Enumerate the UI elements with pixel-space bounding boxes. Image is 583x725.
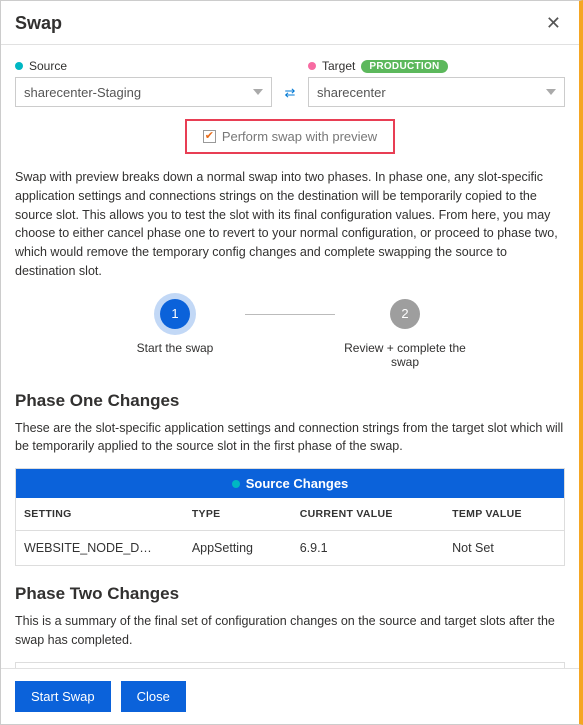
- preview-label: Perform swap with preview: [222, 129, 377, 144]
- panel-footer: Start Swap Close: [1, 668, 579, 724]
- target-column: Target PRODUCTION sharecenter: [308, 59, 565, 107]
- chevron-down-icon: [253, 89, 263, 95]
- swap-panel: Swap ✕ Source sharecenter-Staging ⇄: [0, 0, 583, 725]
- panel-body: Source sharecenter-Staging ⇄ Target PROD…: [1, 45, 579, 668]
- close-button[interactable]: Close: [121, 681, 186, 712]
- swap-direction-icon: ⇄: [280, 77, 300, 107]
- source-changes-label: Source Changes: [246, 476, 349, 491]
- start-swap-button[interactable]: Start Swap: [15, 681, 111, 712]
- swap-description: Swap with preview breaks down a normal s…: [15, 168, 565, 281]
- panel-title: Swap: [15, 13, 62, 34]
- cell-type: AppSetting: [184, 531, 292, 566]
- chevron-down-icon: [546, 89, 556, 95]
- step-connector: [245, 314, 335, 315]
- phase-one-title: Phase One Changes: [15, 391, 565, 411]
- step-1: 1 Start the swap: [105, 299, 245, 355]
- source-dot-icon: [232, 480, 240, 488]
- col-temp: TEMP VALUE: [444, 498, 564, 531]
- cell-current: 6.9.1: [292, 531, 444, 566]
- panel-header: Swap ✕: [1, 1, 579, 45]
- stepper: 1 Start the swap 2 Review + complete the…: [15, 299, 565, 369]
- target-label-row: Target PRODUCTION: [308, 59, 565, 73]
- production-badge: PRODUCTION: [361, 60, 447, 73]
- source-dropdown[interactable]: sharecenter-Staging: [15, 77, 272, 107]
- phase-two-title: Phase Two Changes: [15, 584, 565, 604]
- step-1-label: Start the swap: [137, 341, 214, 355]
- col-setting: SETTING: [16, 498, 184, 531]
- changes-table: SETTING TYPE CURRENT VALUE TEMP VALUE WE…: [16, 498, 564, 565]
- step-2-label: Review + complete the swap: [335, 341, 475, 369]
- target-dropdown[interactable]: sharecenter: [308, 77, 565, 107]
- table-row: WEBSITE_NODE_D… AppSetting 6.9.1 Not Set: [16, 531, 564, 566]
- source-changes-header: Source Changes: [16, 469, 564, 498]
- cell-setting: WEBSITE_NODE_D…: [16, 531, 184, 566]
- target-dropdown-value: sharecenter: [317, 85, 386, 100]
- source-dropdown-value: sharecenter-Staging: [24, 85, 141, 100]
- phase-one-table: Source Changes SETTING TYPE CURRENT VALU…: [15, 468, 565, 566]
- target-dot-icon: [308, 62, 316, 70]
- step-2-circle: 2: [390, 299, 420, 329]
- phase-two-desc: This is a summary of the final set of co…: [15, 612, 565, 650]
- close-icon[interactable]: ✕: [542, 11, 565, 36]
- target-label: Target: [322, 59, 355, 73]
- preview-checkbox[interactable]: ✔: [203, 130, 216, 143]
- source-dot-icon: [15, 62, 23, 70]
- preview-checkbox-row: ✔ Perform swap with preview: [185, 119, 395, 154]
- source-column: Source sharecenter-Staging: [15, 59, 272, 107]
- phase-one-desc: These are the slot-specific application …: [15, 419, 565, 457]
- step-2: 2 Review + complete the swap: [335, 299, 475, 369]
- step-1-circle: 1: [160, 299, 190, 329]
- slot-selector-row: Source sharecenter-Staging ⇄ Target PROD…: [15, 59, 565, 107]
- source-label: Source: [29, 59, 67, 73]
- source-label-row: Source: [15, 59, 272, 73]
- col-current: CURRENT VALUE: [292, 498, 444, 531]
- cell-temp: Not Set: [444, 531, 564, 566]
- col-type: TYPE: [184, 498, 292, 531]
